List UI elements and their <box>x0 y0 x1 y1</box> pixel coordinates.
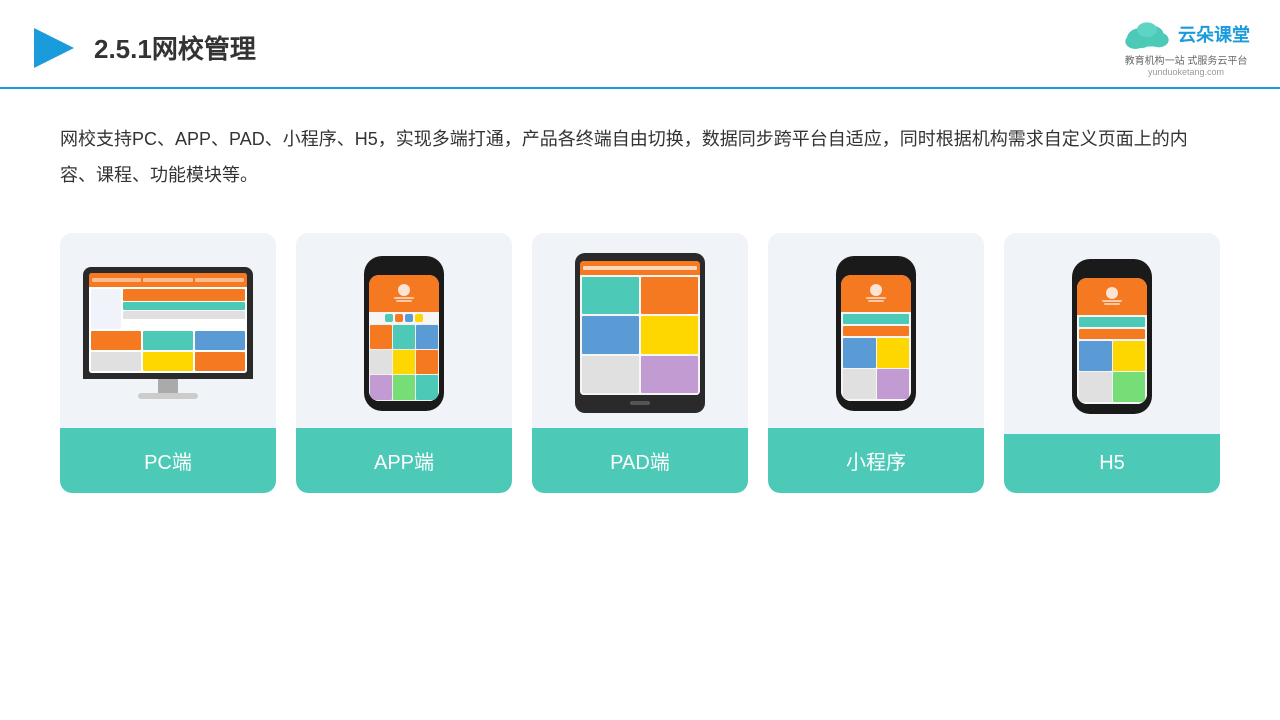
card-app[interactable]: APP端 <box>296 233 512 493</box>
card-pc[interactable]: PC端 <box>60 233 276 493</box>
play-icon <box>30 24 78 72</box>
h5-phone-mockup <box>1072 259 1152 414</box>
card-miniprogram[interactable]: 小程序 <box>768 233 984 493</box>
pad-image-area <box>532 233 748 428</box>
h5-label: H5 <box>1004 434 1220 493</box>
miniprogram-label: 小程序 <box>768 428 984 493</box>
pc-image-area <box>60 233 276 428</box>
card-pad[interactable]: PAD端 <box>532 233 748 493</box>
logo-text: 云朵课堂 <box>1178 21 1250 47</box>
logo-url: yunduoketang.com <box>1148 67 1224 77</box>
miniprogram-image-area <box>768 233 984 428</box>
logo-subtitle: 教育机构一站 式服务云平台 <box>1125 52 1248 67</box>
card-h5[interactable]: H5 <box>1004 233 1220 493</box>
logo-area: 云朵课堂 教育机构一站 式服务云平台 yunduoketang.com <box>1122 18 1250 77</box>
cloud-icon <box>1122 18 1172 50</box>
miniprogram-phone-mockup <box>836 256 916 411</box>
pc-label: PC端 <box>60 428 276 493</box>
header-left: 2.5.1网校管理 <box>30 24 256 72</box>
cards-container: PC端 <box>0 213 1280 523</box>
app-label: APP端 <box>296 428 512 493</box>
pc-mockup <box>83 267 253 399</box>
page-header: 2.5.1网校管理 云朵课堂 教育机构一站 式服务云平台 yunduoketan… <box>0 0 1280 89</box>
app-phone-mockup <box>364 256 444 411</box>
page-title: 2.5.1网校管理 <box>94 29 256 66</box>
h5-image-area <box>1004 233 1220 434</box>
pad-label: PAD端 <box>532 428 748 493</box>
app-image-area <box>296 233 512 428</box>
description-text: 网校支持PC、APP、PAD、小程序、H5，实现多端打通，产品各终端自由切换，数… <box>0 89 1280 213</box>
logo-cloud: 云朵课堂 <box>1122 18 1250 50</box>
pad-tablet-mockup <box>575 253 705 413</box>
